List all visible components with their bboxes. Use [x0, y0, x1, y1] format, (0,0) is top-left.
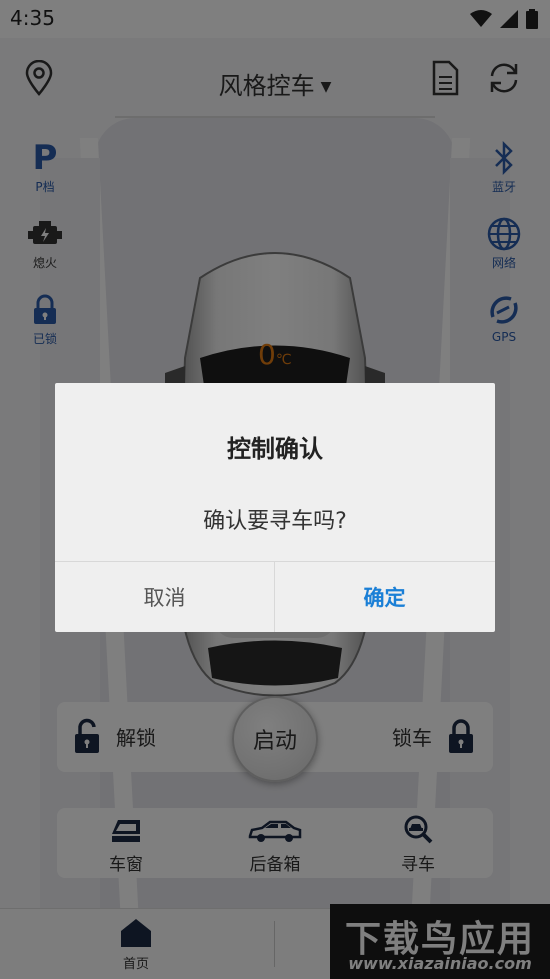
confirm-button[interactable]: 确定 [275, 562, 494, 632]
confirm-dialog: 控制确认 确认要寻车吗? 取消 确定 [55, 383, 495, 632]
dialog-message: 确认要寻车吗? [203, 509, 347, 534]
dialog-title: 控制确认 [227, 435, 323, 463]
cancel-button[interactable]: 取消 [55, 562, 274, 632]
